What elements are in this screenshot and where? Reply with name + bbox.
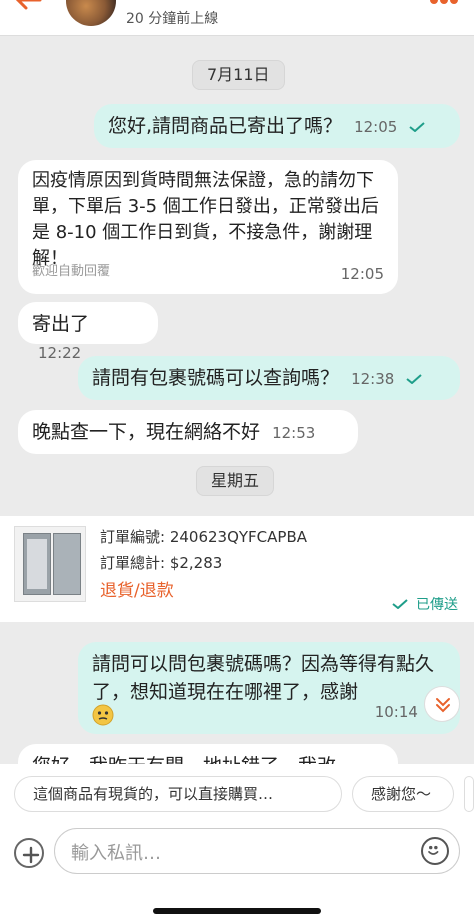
back-arrow-icon[interactable] (10, 0, 46, 20)
date-divider: 星期五 (196, 466, 275, 496)
sent-label: 已傳送 (416, 597, 458, 613)
smiley-icon (428, 845, 439, 855)
online-status: 20 分鐘前上線 (126, 11, 219, 27)
quick-reply-1[interactable]: 這個商品有現貨的，可以直接購買… (14, 776, 342, 812)
scroll-down-button[interactable] (424, 686, 460, 722)
message-text: 寄出了 (32, 313, 90, 335)
message-time: 12:05 (354, 118, 398, 136)
avatar[interactable] (66, 0, 116, 26)
order-total: 訂單總計: $2,283 (100, 554, 223, 572)
message-time: 12:38 (351, 370, 395, 388)
product-thumbnail[interactable] (14, 526, 86, 602)
emoji-picker-icon[interactable] (421, 837, 449, 865)
message-input[interactable]: 輸入私訊… (54, 828, 460, 874)
plus-icon (22, 846, 40, 864)
chevron-down-icon (436, 698, 450, 713)
home-indicator (153, 908, 321, 914)
message-text: 請問有包裹號碼可以查詢嗎？ (92, 367, 340, 389)
check-icon (409, 121, 426, 132)
message-text: 您好,請問商品已寄出了嗎？ (108, 115, 343, 137)
message-time: 12:22 (38, 344, 82, 362)
emoji-icon (92, 704, 114, 726)
message-time: 12:05 (340, 265, 384, 283)
message-outgoing[interactable]: 您好,請問商品已寄出了嗎？ 12:05 (94, 104, 460, 148)
sent-status: 已傳送 (391, 594, 458, 614)
message-input-placeholder: 輸入私訊… (71, 843, 161, 864)
message-incoming[interactable]: 因疫情原因到貨時間無法保證，急的請勿下單，下單后 3-5 個工作日發出，正常發出… (18, 160, 398, 294)
quick-reply-3[interactable] (464, 776, 474, 812)
check-icon (391, 599, 408, 610)
more-icon[interactable] (428, 0, 460, 8)
date-divider: 7月11日 (192, 60, 285, 90)
message-incoming[interactable]: 寄出了 12:22 (18, 302, 158, 362)
order-number: 訂單編號: 240623QYFCAPBA (100, 528, 308, 546)
message-text: 晚點查一下，現在網絡不好 (32, 421, 261, 443)
chat-header: 20 分鐘前上線 (0, 0, 474, 36)
cabinet-right-image (53, 533, 81, 595)
add-button[interactable] (14, 838, 44, 868)
message-outgoing[interactable]: 請問有包裹號碼可以查詢嗎？ 12:38 (78, 356, 460, 400)
quick-reply-2[interactable]: 感謝您～ (352, 776, 454, 812)
message-time: 12:53 (272, 424, 316, 442)
cabinet-interior-image (27, 539, 47, 589)
auto-reply-label: 歡迎自動回覆 (32, 264, 111, 279)
check-icon (406, 373, 423, 384)
refund-link[interactable]: 退貨/退款 (100, 576, 174, 601)
message-outgoing[interactable]: 請問可以問包裹號碼嗎？因為等得有點久了，想知道現在在哪裡了，感謝 10:14 (78, 642, 460, 734)
message-time: 10:14 (374, 703, 418, 721)
message-incoming[interactable]: 晚點查一下，現在網絡不好 12:53 (18, 410, 358, 454)
